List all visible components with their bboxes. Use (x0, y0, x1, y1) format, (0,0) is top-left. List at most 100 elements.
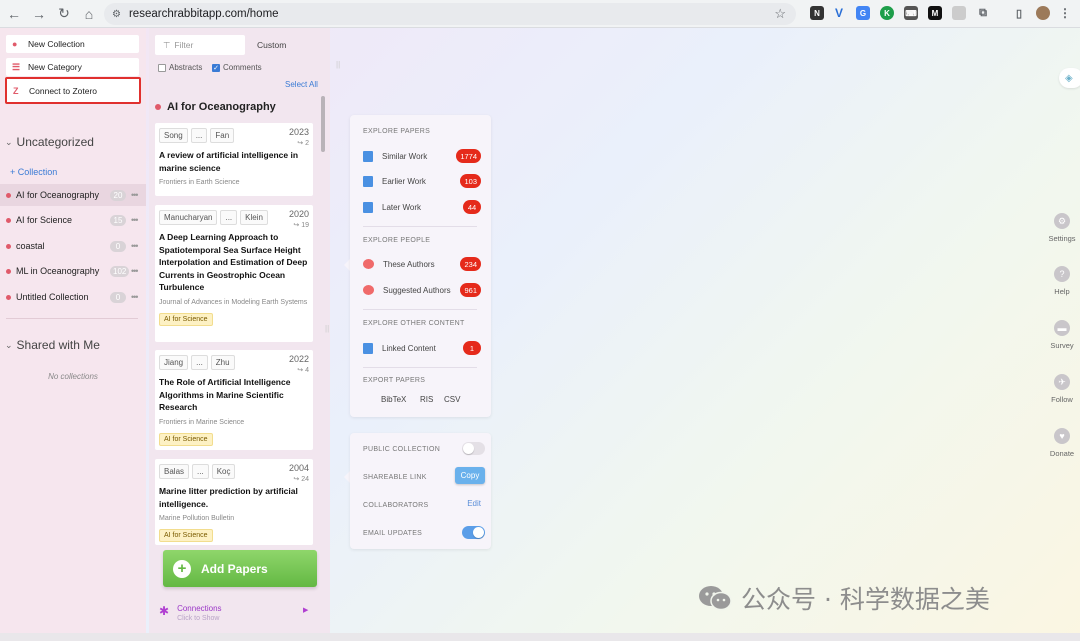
add-papers-button[interactable]: + Add Papers (163, 550, 317, 587)
filter-input[interactable]: ⊤ Filter (155, 35, 245, 55)
resize-handle[interactable]: || (325, 324, 329, 333)
twitter-icon: ✈ (1054, 374, 1070, 390)
survey-button[interactable]: ▬ Survey (1040, 320, 1080, 350)
new-collection-button[interactable]: ● New Collection (6, 35, 139, 53)
author-tag[interactable]: Song (159, 128, 188, 143)
zotero-icon: Z (13, 85, 19, 96)
home-icon[interactable]: ⌂ (78, 3, 100, 25)
author-tag[interactable]: Koç (211, 464, 236, 479)
extension-medium-icon[interactable]: M (928, 6, 942, 20)
paper-icon (363, 201, 373, 213)
collaborators-label: COLLABORATORS (363, 502, 429, 509)
collection-papers-panel: ⊤ Filter Custom Abstracts ✓ Comments Sel… (149, 28, 330, 636)
earlier-work-button[interactable]: Earlier Work 103 (363, 173, 481, 189)
collection-tag[interactable]: AI for Science (159, 312, 213, 326)
author-tag[interactable]: Klein (240, 210, 268, 225)
resize-handle[interactable]: || (336, 60, 340, 69)
new-category-button[interactable]: ☰ New Category (6, 58, 139, 76)
star-icon[interactable]: ☆ (774, 6, 786, 22)
later-work-count: 44 (463, 200, 481, 214)
scrollbar[interactable] (321, 96, 325, 152)
export-ris-button[interactable]: RIS (420, 395, 433, 404)
share-panel: PUBLIC COLLECTION SHAREABLE LINK Copy CO… (350, 433, 491, 549)
author-tag[interactable]: Jiang (159, 355, 189, 370)
menu-kebab-icon[interactable]: ⋮ (1058, 6, 1072, 20)
author-tag[interactable]: Balas (159, 464, 190, 479)
more-options-icon[interactable]: ••• (131, 241, 139, 251)
collection-row[interactable]: AI for Oceanography 20 ••• (0, 184, 146, 206)
back-icon[interactable]: ← (3, 3, 25, 25)
more-options-icon[interactable]: ••• (131, 215, 139, 225)
comments-checkbox[interactable]: ✓ Comments (212, 63, 262, 72)
forward-icon[interactable]: → (28, 3, 50, 25)
collection-tag[interactable]: AI for Science (159, 529, 213, 542)
more-options-icon[interactable]: ••• (131, 190, 139, 200)
collection-row[interactable]: Untitled Collection 0 ••• (0, 286, 146, 308)
paper-journal: Frontiers in Earth Science (159, 179, 240, 186)
connections-icon: ✱ (159, 604, 170, 618)
these-authors-button[interactable]: These Authors 234 (363, 256, 481, 272)
add-collection-link[interactable]: + Collection (10, 167, 57, 177)
export-bibtex-button[interactable]: BibTeX (381, 395, 406, 404)
reload-icon[interactable]: ↻ (53, 3, 75, 25)
collection-dot-icon (155, 104, 161, 110)
select-all-link[interactable]: Select All (285, 80, 318, 89)
follow-button[interactable]: ✈ Follow (1040, 374, 1080, 404)
extension-v-icon[interactable]: V (832, 6, 846, 20)
later-work-button[interactable]: Later Work 44 (363, 199, 481, 215)
paper-card[interactable]: Jiang ... Zhu 2022 ↪ 4 The Role of Artif… (155, 350, 313, 450)
extension-green-icon[interactable]: K (880, 6, 894, 20)
export-csv-button[interactable]: CSV (444, 395, 460, 404)
connections-toggle[interactable]: ✱ Connections Click to Show ▶ (159, 604, 308, 622)
collection-row[interactable]: AI for Science 15 ••• (0, 209, 146, 231)
collection-row[interactable]: coastal 0 ••• (0, 235, 146, 257)
filter-placeholder: Filter (174, 40, 194, 50)
uncategorized-header[interactable]: ⌄ Uncategorized (5, 135, 94, 149)
collection-row[interactable]: ML in Oceanography 102 ••• (0, 260, 146, 282)
paper-card[interactable]: Song ... Fan 2023 ↪ 2 A review of artifi… (155, 123, 313, 196)
extension-doc-icon[interactable] (952, 6, 966, 20)
extensions-puzzle-icon[interactable]: ⧉ (976, 6, 990, 20)
extension-keyboard-icon[interactable]: ⌨ (904, 6, 918, 20)
author-tag[interactable]: ... (220, 210, 238, 225)
citation-count: ↪ 2 (297, 140, 309, 147)
suggested-authors-button[interactable]: Suggested Authors 961 (363, 282, 481, 298)
author-tag[interactable]: ... (192, 464, 209, 479)
connect-zotero-button[interactable]: Z Connect to Zotero (5, 77, 141, 104)
linked-content-button[interactable]: Linked Content 1 (363, 340, 481, 356)
sidepanel-icon[interactable]: ▯ (1012, 6, 1026, 20)
abstracts-checkbox[interactable]: Abstracts (158, 63, 202, 72)
more-options-icon[interactable]: ••• (131, 266, 139, 276)
linked-content-label: Linked Content (382, 343, 436, 353)
extension-badge-icon[interactable]: G (856, 6, 870, 20)
collection-tag[interactable]: AI for Science (159, 432, 213, 446)
collection-dot-icon (6, 294, 11, 300)
url-text[interactable]: researchrabbitapp.com/home (129, 8, 279, 20)
profile-avatar[interactable] (1036, 6, 1050, 20)
paper-card[interactable]: Manucharyan ... Klein 2020 ↪ 19 A Deep L… (155, 205, 313, 342)
no-collections-text: No collections (48, 372, 98, 381)
author-tag[interactable]: ... (190, 128, 208, 143)
edit-collaborators-link[interactable]: Edit (467, 499, 481, 508)
author-tag[interactable]: Zhu (210, 355, 235, 370)
settings-button[interactable]: ⚙ Settings (1040, 213, 1080, 243)
email-updates-toggle[interactable] (462, 526, 485, 539)
collection-name: coastal (16, 241, 45, 251)
more-options-icon[interactable]: ••• (131, 292, 139, 302)
author-tag[interactable]: ... (191, 355, 208, 370)
similar-work-button[interactable]: Similar Work 1774 (363, 148, 481, 164)
new-collection-icon: ● (12, 39, 18, 49)
watermark-text: 公众号 · 科学数据之美 (741, 585, 990, 614)
shared-with-me-header[interactable]: ⌄ Shared with Me (5, 338, 100, 352)
site-info-icon[interactable]: ⚙ (112, 9, 121, 20)
copy-link-button[interactable]: Copy (455, 467, 485, 484)
author-tag[interactable]: Fan (210, 128, 235, 143)
public-collection-toggle[interactable] (462, 442, 485, 455)
donate-button[interactable]: ♥ Donate (1040, 428, 1080, 458)
author-tag[interactable]: Manucharyan (159, 210, 218, 225)
sort-custom-dropdown[interactable]: Custom (257, 40, 286, 50)
extension-notion-icon[interactable]: N (810, 6, 824, 20)
paper-card[interactable]: Balas ... Koç 2004 ↪ 24 Marine litter pr… (155, 459, 313, 545)
help-button[interactable]: ? Help (1040, 266, 1080, 296)
address-bar[interactable]: ⚙ researchrabbitapp.com/home ☆ (104, 3, 796, 25)
